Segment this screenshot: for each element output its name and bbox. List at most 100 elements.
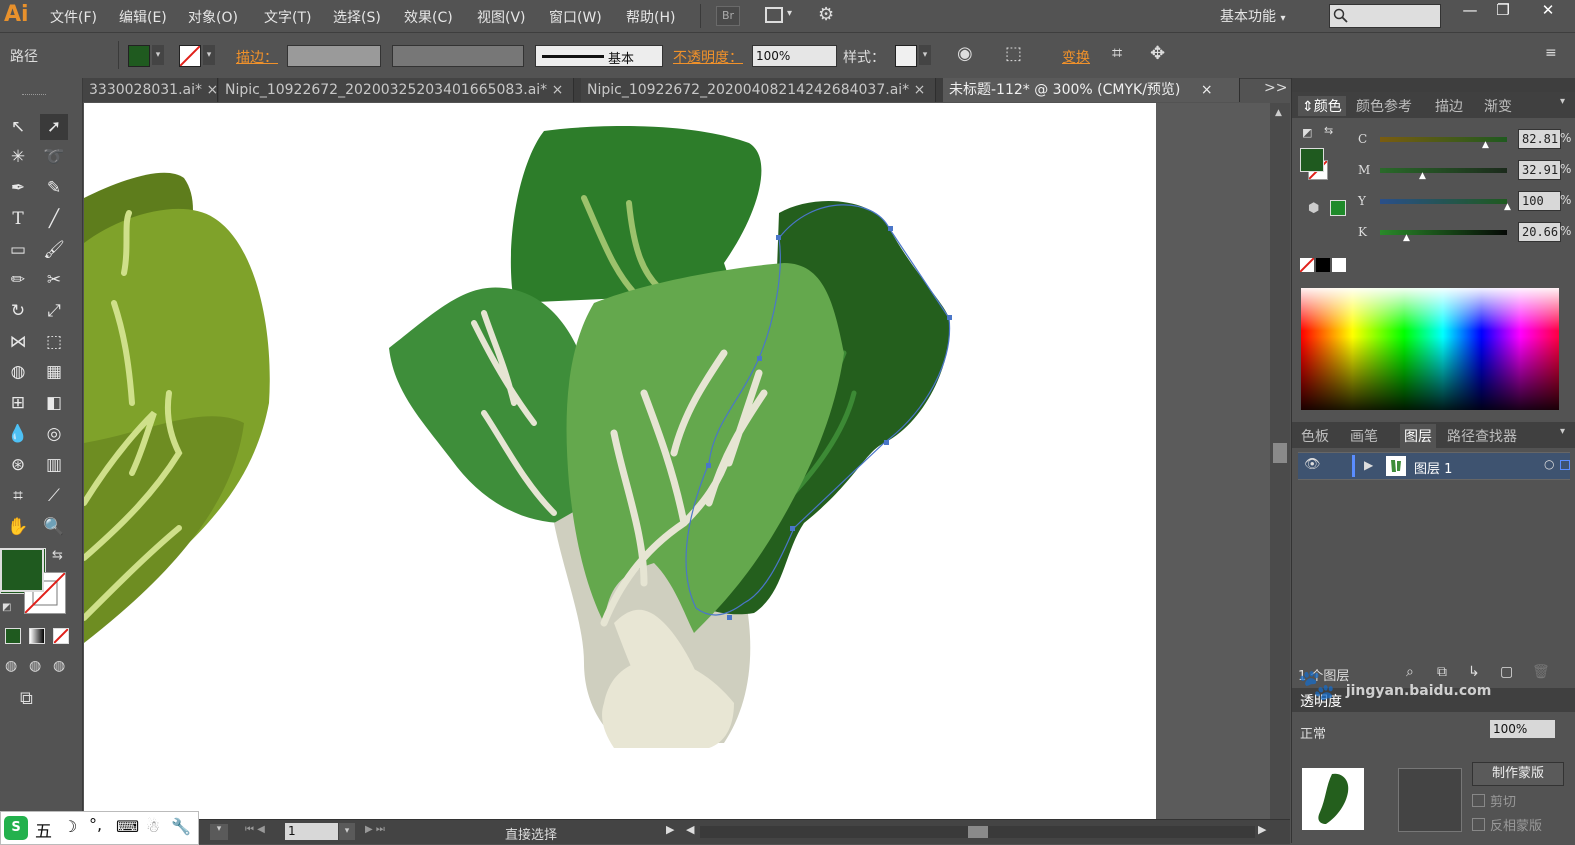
graphic-style-swatch[interactable] bbox=[895, 45, 917, 67]
search-input[interactable] bbox=[1329, 4, 1441, 28]
align-to-icon[interactable]: ⬚ bbox=[1005, 43, 1022, 64]
close-icon[interactable]: × bbox=[206, 82, 218, 98]
zoom-dropdown[interactable]: ▾ bbox=[210, 824, 228, 840]
slider-thumb-y[interactable]: ▲ bbox=[1504, 202, 1511, 212]
menu-object[interactable]: 对象(O) bbox=[188, 7, 238, 27]
blend-tool-icon[interactable]: ◎ bbox=[40, 421, 68, 447]
horizontal-scrollbar[interactable] bbox=[700, 826, 1255, 838]
rotate-tool-icon[interactable]: ↻ bbox=[4, 298, 32, 324]
restore-button[interactable]: ❐ bbox=[1488, 0, 1518, 22]
slider-thumb-c[interactable]: ▲ bbox=[1482, 140, 1489, 150]
none-mode-icon[interactable] bbox=[53, 628, 69, 644]
dock-header[interactable] bbox=[1292, 78, 1575, 92]
magic-wand-tool-icon[interactable]: ✳ bbox=[4, 144, 32, 170]
stroke-weight-field[interactable] bbox=[287, 45, 381, 67]
panel-grip[interactable] bbox=[22, 94, 46, 98]
black-color-swatch[interactable] bbox=[1316, 258, 1330, 272]
tab-gradient[interactable]: 渐变 bbox=[1484, 96, 1512, 116]
draw-inside-icon[interactable]: ◍ bbox=[53, 658, 65, 674]
gradient-mode-icon[interactable] bbox=[29, 628, 45, 644]
status-menu-icon[interactable]: ▶ bbox=[666, 823, 674, 836]
channel-y-slider[interactable] bbox=[1380, 199, 1507, 204]
panel-menu-icon[interactable]: ▾ bbox=[1560, 426, 1565, 437]
out-of-gamut-icon[interactable]: ⬢ bbox=[1308, 201, 1319, 216]
tab-color-guide[interactable]: 颜色参考 bbox=[1356, 96, 1412, 116]
scissors-tool-icon[interactable]: ✂ bbox=[40, 267, 68, 293]
channel-k-field[interactable]: 20.66 bbox=[1518, 222, 1561, 242]
eyedropper-tool-icon[interactable]: 💧 bbox=[4, 421, 32, 447]
menu-edit[interactable]: 编辑(E) bbox=[119, 7, 167, 27]
channel-c-field[interactable]: 82.81 bbox=[1518, 129, 1561, 149]
delete-layer-icon[interactable]: 🗑 bbox=[1532, 664, 1550, 680]
tab-brushes[interactable]: 画笔 bbox=[1350, 426, 1378, 446]
swap-colors-icon[interactable]: ⇆ bbox=[52, 548, 63, 563]
chevron-down-icon[interactable]: ▾ bbox=[203, 45, 215, 65]
tab-document-2[interactable]: Nipic_10922672_20200325203401665083.ai* … bbox=[219, 78, 574, 102]
arrange-documents-icon[interactable] bbox=[765, 7, 783, 23]
target-icon[interactable]: ○ bbox=[1544, 457, 1554, 471]
gpu-performance-icon[interactable]: ⚙ bbox=[818, 4, 834, 25]
scroll-right-icon[interactable]: ▶ bbox=[1258, 823, 1266, 836]
first-page-icon[interactable]: ⏮ ◀ bbox=[245, 824, 265, 835]
swap-colors-icon[interactable]: ⇆ bbox=[1324, 124, 1333, 137]
zoom-tool-icon[interactable]: 🔍 bbox=[40, 514, 68, 540]
channel-y-field[interactable]: 100 bbox=[1518, 191, 1561, 211]
ime-mode-label[interactable]: 五 bbox=[35, 817, 52, 842]
symbol-sprayer-tool-icon[interactable]: ⊛ bbox=[4, 452, 32, 478]
column-graph-tool-icon[interactable]: ▥ bbox=[40, 452, 68, 478]
menu-window[interactable]: 窗口(W) bbox=[549, 7, 602, 27]
close-icon[interactable]: × bbox=[914, 82, 926, 98]
lasso-tool-icon[interactable]: ➰ bbox=[40, 144, 68, 170]
menu-file[interactable]: 文件(F) bbox=[50, 7, 97, 27]
recolor-artwork-icon[interactable]: ◉ bbox=[957, 43, 973, 64]
fill-color-box-front[interactable] bbox=[0, 548, 44, 592]
color-spectrum[interactable] bbox=[1301, 288, 1559, 410]
tab-document-1[interactable]: 3330028031.ai* × bbox=[83, 78, 218, 102]
mesh-tool-icon[interactable]: ⊞ bbox=[4, 390, 32, 416]
invert-mask-checkbox[interactable] bbox=[1472, 818, 1485, 831]
pencil-tool-icon[interactable]: ✏ bbox=[4, 267, 32, 293]
scroll-up-icon[interactable]: ▲ bbox=[1275, 108, 1282, 118]
panel-menu-icon[interactable]: ≡ bbox=[1545, 45, 1557, 61]
brush-definition-dropdown[interactable]: 基本 bbox=[535, 45, 663, 67]
chevron-down-icon[interactable]: ▾ bbox=[339, 823, 355, 840]
tab-pathfinder[interactable]: 路径查找器 bbox=[1447, 426, 1517, 446]
gradient-tool-icon[interactable]: ◧ bbox=[40, 390, 68, 416]
slider-thumb-m[interactable]: ▲ bbox=[1419, 171, 1426, 181]
curvature-tool-icon[interactable]: ✎ bbox=[40, 175, 68, 201]
draw-behind-icon[interactable]: ◍ bbox=[29, 658, 41, 674]
selection-tool-icon[interactable]: ↖ bbox=[4, 114, 32, 140]
tab-document-3[interactable]: Nipic_10922672_20200408214242684037.ai* … bbox=[581, 78, 936, 102]
stroke-label[interactable]: 描边： bbox=[236, 47, 278, 67]
punctuation-icon[interactable]: °, bbox=[89, 815, 102, 834]
partial-cabbage-artwork[interactable] bbox=[84, 172, 270, 643]
free-transform-tool-icon[interactable]: ⬚ bbox=[40, 329, 68, 355]
artwork[interactable] bbox=[84, 103, 1156, 819]
sogou-logo-icon[interactable]: S bbox=[4, 816, 28, 840]
screen-mode-icon[interactable]: ⧉ bbox=[20, 688, 33, 709]
color-mode-icon[interactable] bbox=[5, 628, 21, 644]
scroll-thumb[interactable] bbox=[1273, 443, 1287, 463]
channel-m-slider[interactable] bbox=[1380, 168, 1507, 173]
object-thumbnail[interactable] bbox=[1302, 768, 1364, 830]
clip-checkbox[interactable] bbox=[1472, 794, 1485, 807]
tabs-overflow-button[interactable]: >> bbox=[1264, 80, 1287, 96]
tab-stroke[interactable]: 描边 bbox=[1435, 96, 1463, 116]
opacity-label[interactable]: 不透明度： bbox=[673, 47, 743, 67]
none-color-swatch[interactable] bbox=[1299, 257, 1315, 273]
fill-color-swatch[interactable] bbox=[128, 45, 150, 67]
menu-help[interactable]: 帮助(H) bbox=[626, 7, 675, 27]
menu-effect[interactable]: 效果(C) bbox=[404, 7, 453, 27]
default-fill-stroke-icon[interactable]: ◩ bbox=[1302, 126, 1312, 139]
eye-icon[interactable]: 👁 bbox=[1304, 457, 1321, 472]
scroll-thumb[interactable] bbox=[968, 826, 988, 838]
tab-document-active[interactable]: 未标题-112* @ 300% (CMYK/预览) × bbox=[943, 78, 1240, 102]
draw-normal-icon[interactable]: ◍ bbox=[5, 658, 17, 674]
workspace-switcher[interactable]: 基本功能 ▾ bbox=[1220, 6, 1285, 26]
variable-width-profile[interactable] bbox=[392, 45, 524, 67]
slider-thumb-k[interactable]: ▲ bbox=[1403, 233, 1410, 243]
minimize-button[interactable]: — bbox=[1455, 0, 1485, 22]
make-mask-button[interactable]: 制作蒙版 bbox=[1472, 762, 1564, 786]
close-icon[interactable]: × bbox=[1201, 82, 1213, 98]
mask-thumbnail[interactable] bbox=[1398, 768, 1462, 832]
